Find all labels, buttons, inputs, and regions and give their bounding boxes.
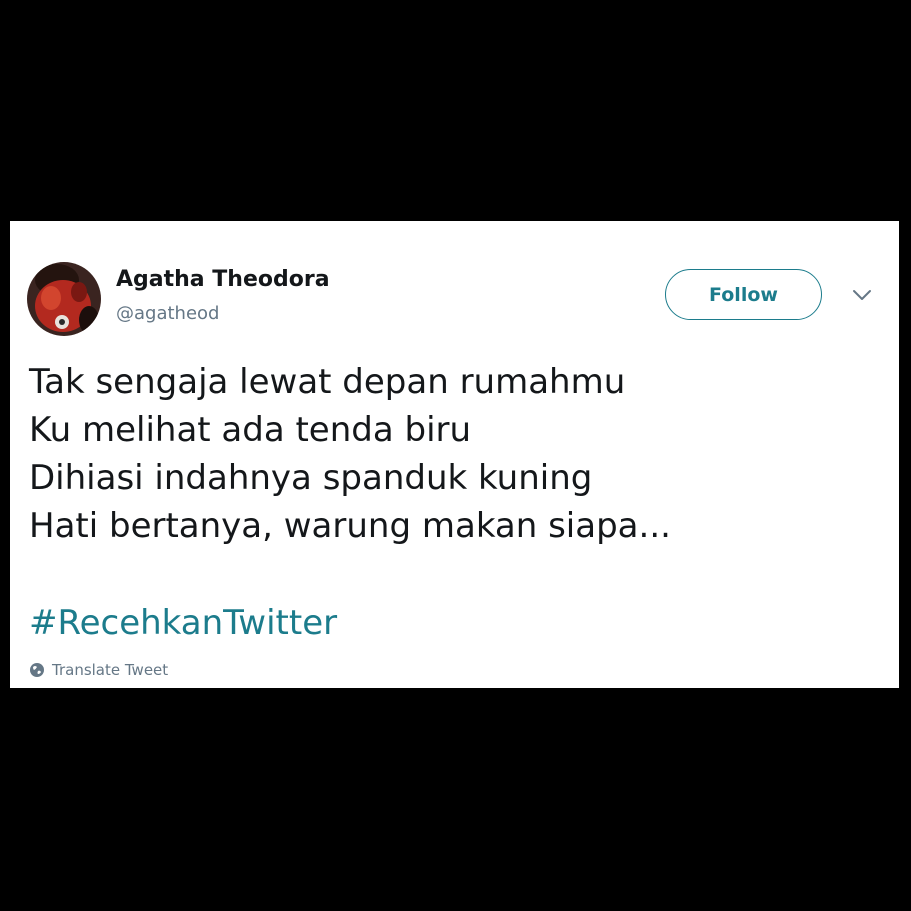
- profile-photo: [27, 262, 101, 336]
- tweet-line: Ku melihat ada tenda biru: [29, 410, 472, 450]
- globe-icon: [30, 663, 44, 677]
- follow-button[interactable]: Follow: [665, 269, 822, 320]
- author-name[interactable]: Agatha Theodora: [116, 267, 330, 292]
- tweet-text: Tak sengaja lewat depan rumahmu Ku melih…: [29, 358, 889, 550]
- chevron-down-icon[interactable]: [851, 287, 873, 301]
- translate-tweet-link[interactable]: Translate Tweet: [29, 661, 168, 679]
- avatar[interactable]: [27, 262, 101, 336]
- tweet-card: Agatha Theodora @agatheod Follow Tak sen…: [10, 221, 899, 688]
- tweet-line: Tak sengaja lewat depan rumahmu: [29, 362, 626, 402]
- hashtag-link[interactable]: #RecehkanTwitter: [29, 599, 337, 647]
- tweet-line: Dihiasi indahnya spanduk kuning: [29, 458, 593, 498]
- tweet-line: Hati bertanya, warung makan siapa...: [29, 506, 671, 546]
- author-handle[interactable]: @agatheod: [116, 303, 219, 324]
- translate-label: Translate Tweet: [52, 661, 169, 679]
